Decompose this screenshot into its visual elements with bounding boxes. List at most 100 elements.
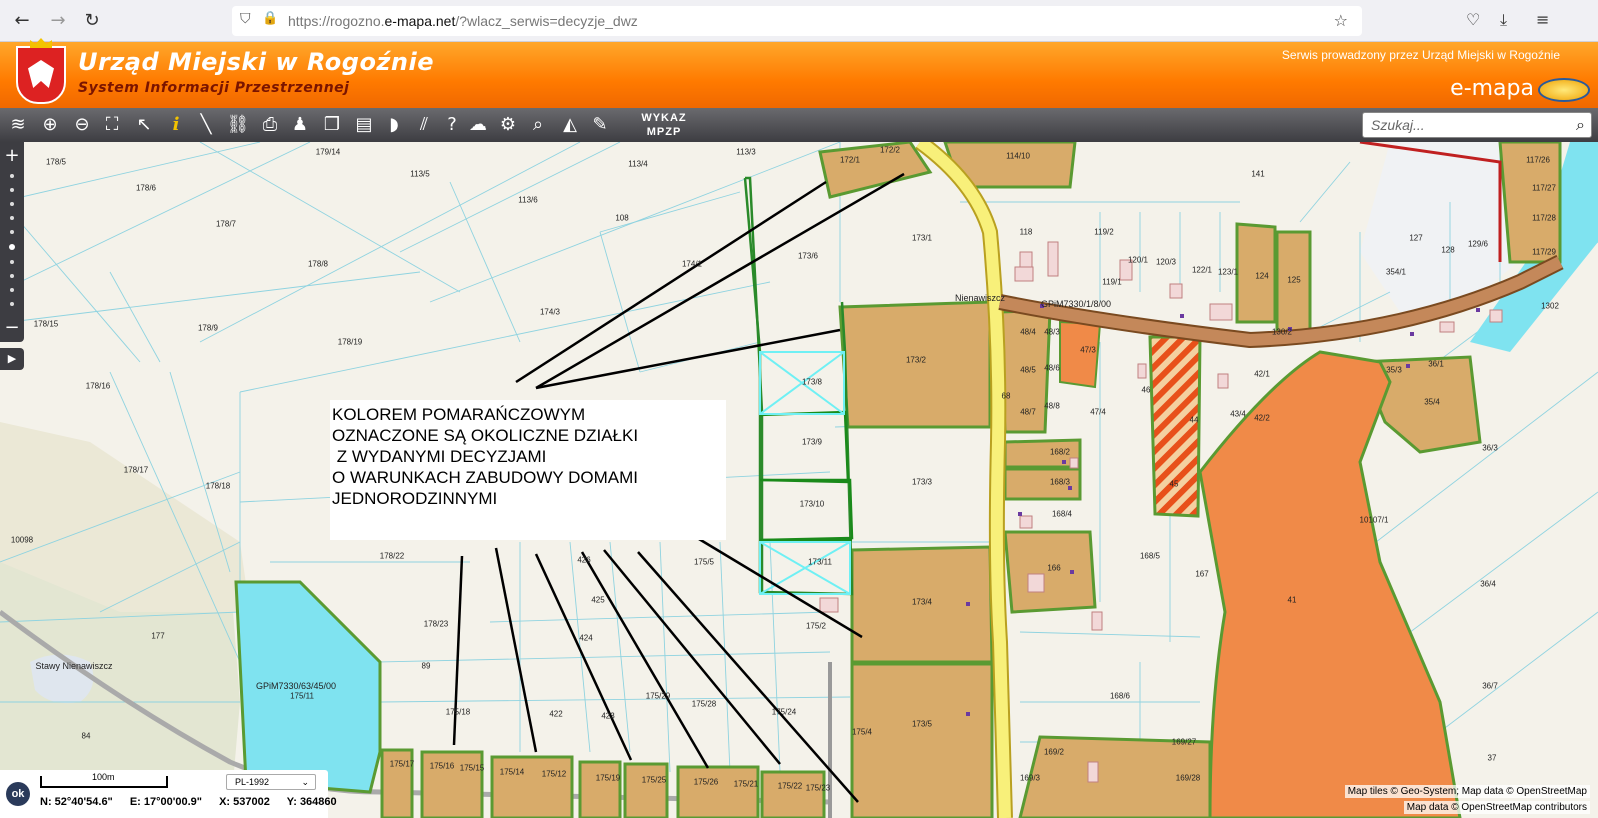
parcel-label: 36/1: [1428, 359, 1444, 369]
parcel-label: 178/18: [205, 481, 231, 491]
cloud-icon[interactable]: ☁: [466, 113, 490, 137]
zoom-level-dot-active[interactable]: [9, 244, 15, 250]
link-icon[interactable]: ⛓: [226, 113, 250, 137]
zoom-out-icon[interactable]: ⊖: [70, 113, 94, 137]
site-header: Urząd Miejski w Rogoźnie System Informac…: [0, 38, 1598, 108]
help-icon[interactable]: ?: [440, 113, 464, 137]
parcel-label: 166: [1047, 563, 1061, 573]
coordinates-readout: N: 52°40'54.6" E: 17°00'00.9" X: 537002 …: [40, 796, 351, 808]
parcel-label: 119/2: [1094, 227, 1114, 237]
copy-icon[interactable]: ❐: [320, 113, 344, 137]
layout-icon[interactable]: ▤: [352, 113, 376, 137]
zoom-control[interactable]: + −: [0, 142, 24, 342]
print-icon[interactable]: ⎙: [258, 113, 282, 137]
green-outlines: [759, 410, 854, 542]
coat-of-arms-logo[interactable]: [16, 38, 66, 104]
search-box[interactable]: ⌕: [1362, 112, 1592, 138]
shape-icon[interactable]: ◗: [382, 113, 406, 137]
reload-icon[interactable]: ↻: [80, 9, 104, 33]
parcel-label: 178/15: [33, 319, 59, 329]
note-line: Z WYDANYMI DECYZJAMI: [332, 447, 547, 466]
search-input[interactable]: [1371, 116, 1561, 134]
brand-name[interactable]: e-mapa: [1450, 76, 1534, 101]
shield-icon[interactable]: ⛉: [240, 11, 251, 27]
info-icon[interactable]: i: [164, 113, 188, 137]
search-map-icon[interactable]: ⌕: [526, 113, 550, 137]
parcel-label: 89: [421, 661, 431, 671]
map-attribution-osm[interactable]: Map data © OpenStreetMap contributors: [1403, 801, 1590, 814]
parcel-label: 36/7: [1482, 681, 1498, 691]
back-icon[interactable]: ←: [10, 9, 34, 33]
settings-icon[interactable]: ⚙: [496, 113, 520, 137]
zoom-level-dot[interactable]: [10, 202, 14, 206]
zoom-level-dot[interactable]: [10, 188, 14, 192]
pointer-icon[interactable]: ↖: [132, 113, 156, 137]
geo-system-logo[interactable]: [1538, 78, 1590, 102]
parcel-label: GPiM7330/1/8/00: [1040, 299, 1112, 309]
zoom-level-dot[interactable]: [10, 288, 14, 292]
parcel-label: 175/12: [541, 769, 567, 779]
parcel-label: 175/22: [777, 781, 803, 791]
parcel-label: 47/3: [1080, 345, 1096, 355]
parcel-label: 175/23: [805, 783, 831, 793]
download-icon[interactable]: ⤓: [1500, 10, 1507, 30]
zoom-extent-icon[interactable]: ⛶: [100, 113, 124, 137]
parcel-label: 178/5: [45, 157, 67, 167]
zoom-level-dot[interactable]: [10, 302, 14, 306]
forward-icon[interactable]: →: [46, 9, 70, 33]
comment-icon[interactable]: ✎: [588, 113, 612, 137]
menu-icon[interactable]: ≡: [1536, 10, 1549, 29]
url-text[interactable]: https://rogozno.e-mapa.net/?wlacz_serwis…: [288, 13, 638, 29]
parcel-label: 178/23: [423, 619, 449, 629]
zoom-in-button[interactable]: +: [0, 146, 24, 166]
parcel-label: 127: [1409, 233, 1423, 243]
zoom-level-dot[interactable]: [10, 274, 14, 278]
scale-label: 100m: [92, 772, 115, 782]
layers-icon[interactable]: ≋: [6, 113, 30, 137]
parcel-label: 41: [1287, 595, 1297, 605]
parcel-label: 35/4: [1424, 397, 1440, 407]
parcel-label: 48/3: [1044, 327, 1060, 337]
zoom-out-button[interactable]: −: [0, 318, 24, 338]
ok-button[interactable]: ok: [6, 782, 30, 806]
zoom-in-icon[interactable]: ⊕: [38, 113, 62, 137]
side-panel-toggle[interactable]: ▶: [0, 348, 24, 370]
parcel-label: 113/6: [518, 195, 538, 205]
zoom-level-dot[interactable]: [10, 230, 14, 234]
parcel-label: 169/27: [1171, 737, 1197, 747]
parcel-label: 175/5: [693, 557, 715, 567]
parcel-label: 117/29: [1532, 247, 1556, 257]
search-icon[interactable]: ⌕: [1576, 115, 1585, 135]
annotation-note: KOLOREM POMARAŃCZOWYM OZNACZONE SĄ OKOLI…: [330, 400, 726, 540]
map-canvas[interactable]: [0, 142, 1598, 818]
parcel-label: 84: [81, 731, 91, 741]
site-title: Urząd Miejski w Rogoźnie: [78, 48, 434, 76]
bookmark-star-icon[interactable]: ☆: [1334, 11, 1348, 30]
lock-icon[interactable]: 🔒: [262, 11, 278, 26]
parcel-label: 173/2: [905, 355, 927, 365]
zoom-level-dot[interactable]: [10, 174, 14, 178]
wykaz-mpzp-button[interactable]: WYKAZ MPZP: [636, 111, 692, 139]
parcel-label: 177: [151, 631, 165, 641]
map-attribution[interactable]: Map tiles © Geo-System; Map data © OpenS…: [1344, 785, 1590, 798]
parcel-label: 123/1: [1217, 267, 1239, 277]
parcel-label: 175/2: [805, 621, 827, 631]
zoom-level-dot[interactable]: [10, 216, 14, 220]
measure-icon[interactable]: ╲: [194, 113, 218, 137]
parcel-label: 173/6: [797, 251, 819, 261]
parcel-label: 168/5: [1139, 551, 1161, 561]
parcel-label: Nienawiszcz: [954, 293, 1006, 303]
zoom-level-dot[interactable]: [10, 260, 14, 264]
street-view-icon[interactable]: ♟: [288, 113, 312, 137]
pocket-icon[interactable]: ♡: [1466, 10, 1480, 29]
parcel-label: 48/8: [1044, 401, 1060, 411]
parcel-label: 178/16: [85, 381, 111, 391]
crs-select[interactable]: PL-1992 ⌄: [226, 774, 316, 790]
map-view[interactable]: 178/5 179/14 113/4 113/3 172/1 172/2 114/10 141…: [0, 142, 1598, 818]
hatch-icon[interactable]: ⫽: [412, 113, 436, 137]
parcel-label: 1302: [1541, 301, 1559, 311]
parcel-label: 168/2: [1049, 447, 1071, 457]
triangle-icon[interactable]: ◭: [558, 113, 582, 137]
parcel-label: 120/1: [1127, 255, 1149, 265]
address-bar[interactable]: ⛉ 🔒 https://rogozno.e-mapa.net/?wlacz_se…: [232, 6, 1362, 36]
